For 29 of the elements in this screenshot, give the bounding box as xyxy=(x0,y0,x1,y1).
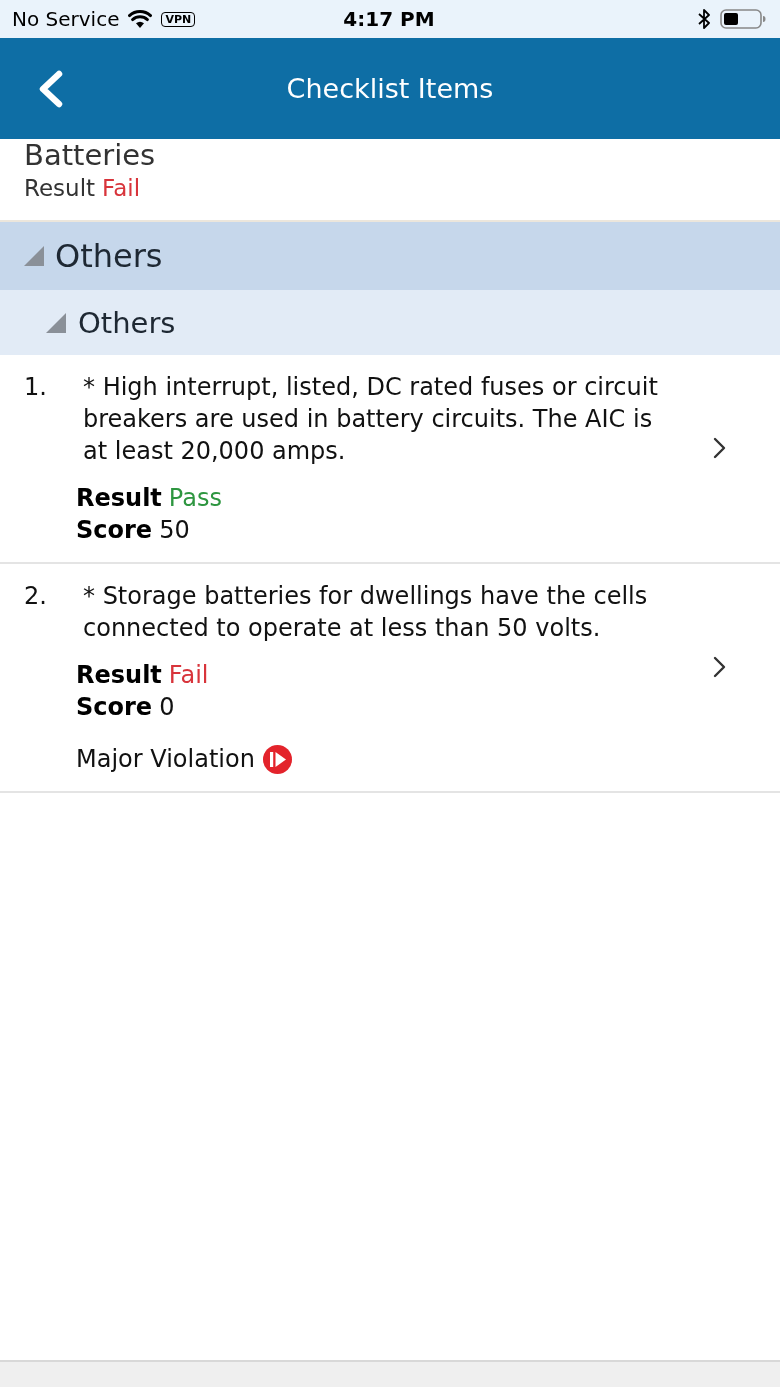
item-text: * Storage batteries for dwellings have the cells connected to operate at less than 50 volts. xyxy=(82,581,649,644)
score-label: Score xyxy=(76,515,153,546)
bluetooth-icon xyxy=(698,8,710,30)
chevron-right-icon xyxy=(713,436,727,459)
section-header[interactable]: Others xyxy=(0,222,780,290)
score-value: 50 xyxy=(159,515,190,546)
item-text: * High interrupt, listed, DC rated fuses or circuit breakers are used in battery circuits. The AIC is at least 20,000 amps. xyxy=(82,372,659,467)
item-number: 2. xyxy=(24,581,48,612)
score-label: Score xyxy=(76,692,153,723)
nav-title: Checklist Items xyxy=(285,73,495,104)
result-label: Result xyxy=(24,174,96,203)
item-number: 1. xyxy=(24,372,48,403)
status-time: 4:17 PM xyxy=(343,7,435,31)
result-label: Result xyxy=(76,660,162,691)
result-value: Pass xyxy=(168,483,222,514)
score-value: 0 xyxy=(159,692,175,723)
play-circle-icon xyxy=(262,744,292,774)
chevron-right-icon xyxy=(713,655,727,678)
result-value: Fail xyxy=(168,660,209,691)
battery-icon xyxy=(720,9,766,29)
back-icon xyxy=(37,69,63,108)
result-value: Fail xyxy=(102,174,141,203)
vpn-badge: VPN xyxy=(161,11,196,27)
section-header[interactable]: Others xyxy=(0,290,780,355)
result-label: Result xyxy=(76,483,162,514)
item-title: Batteries xyxy=(24,139,156,172)
carrier-text: No Service xyxy=(12,7,120,31)
wifi-icon xyxy=(128,10,153,28)
violation-text: Major Violation xyxy=(76,744,255,775)
